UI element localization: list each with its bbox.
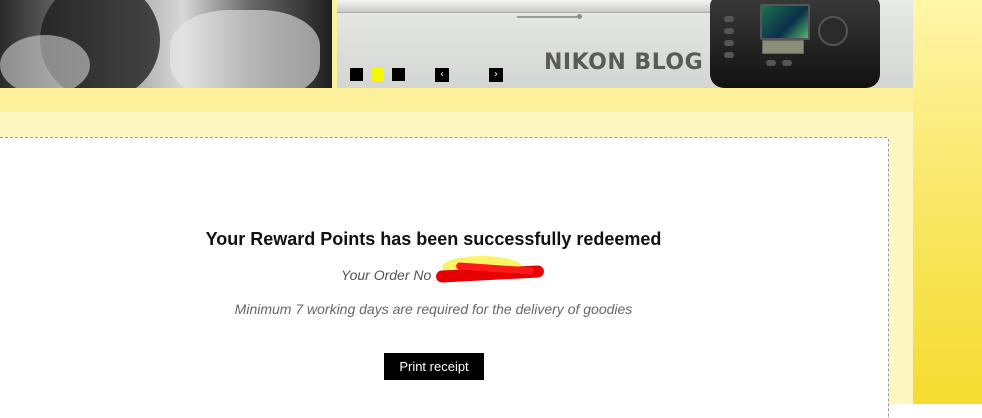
order-number-redacted (435, 256, 546, 286)
order-number-label: Your Order No (341, 267, 432, 283)
success-heading: Your Reward Points has been successfully… (205, 229, 662, 249)
right-decor-strip (913, 0, 982, 404)
slide-prev-button[interactable]: ‹ (435, 68, 449, 82)
camera-image (710, 0, 880, 88)
laptop-image (337, 0, 717, 13)
print-receipt-button[interactable]: Print receipt (384, 353, 484, 380)
slide-next-button[interactable]: › (489, 68, 503, 82)
banner-photo-left (0, 0, 332, 88)
slide-indicator-2[interactable] (371, 68, 384, 81)
slide-indicator-1[interactable] (350, 68, 363, 81)
slide-title: NIKON BLOG (544, 50, 704, 75)
delivery-note: Minimum 7 working days are required for … (234, 301, 633, 317)
slide-indicator-3[interactable] (392, 68, 405, 81)
banner-slide[interactable]: ‹ › NIKON BLOG (337, 0, 913, 88)
